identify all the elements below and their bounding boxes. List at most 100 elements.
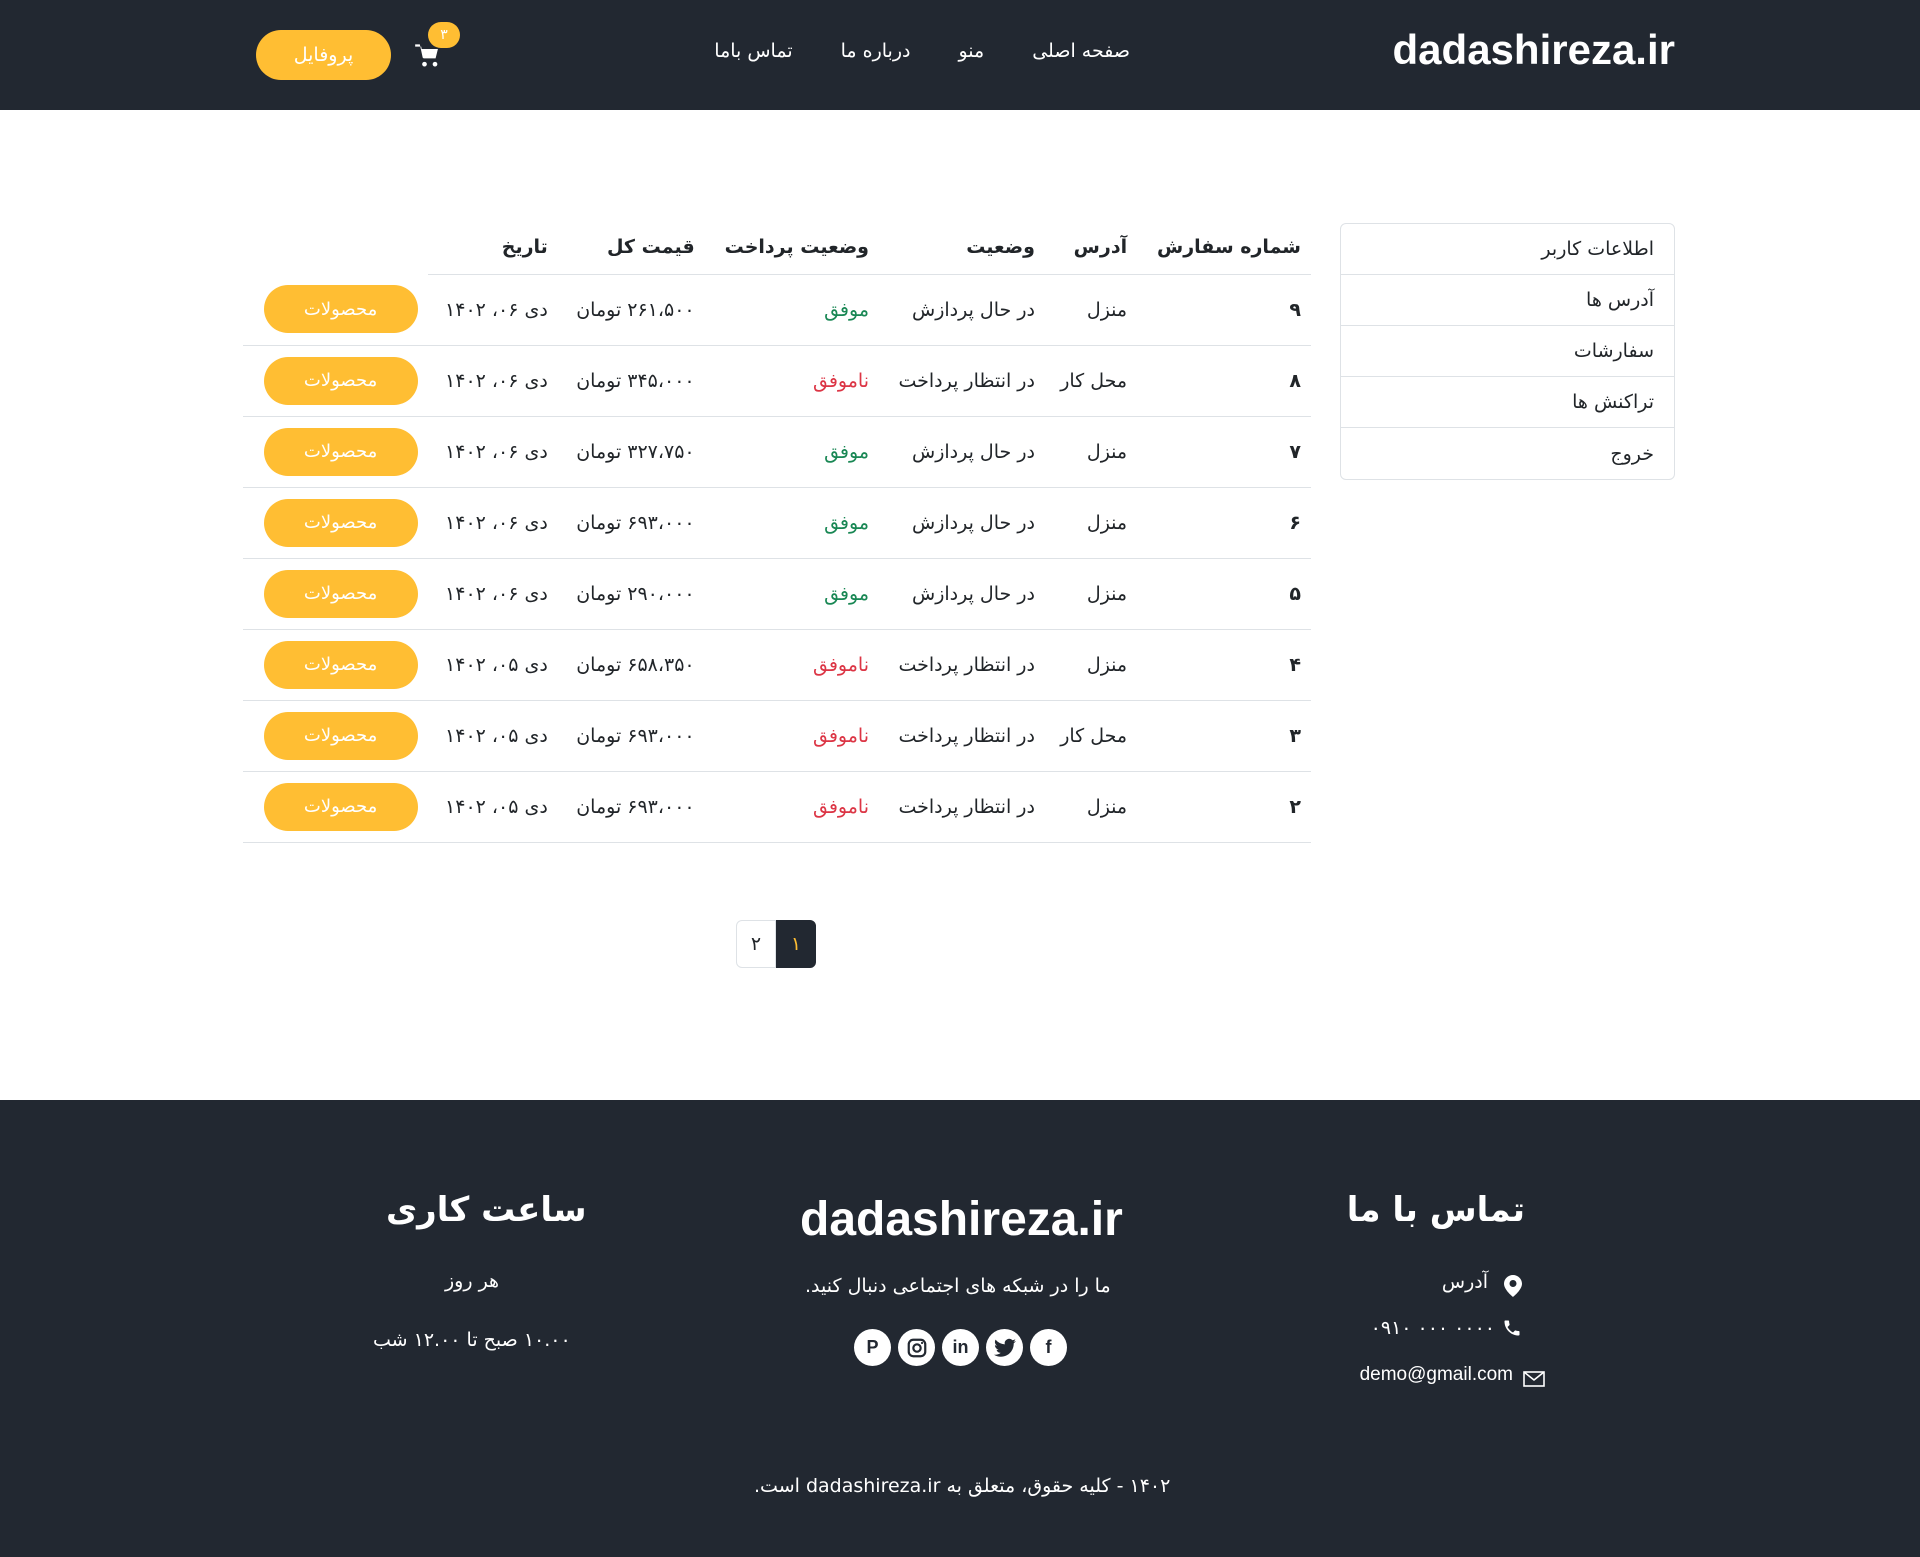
products-button[interactable]: محصولات [263,285,418,334]
status-cell: در حال پردازش [879,274,1045,346]
products-button[interactable]: محصولات [263,711,418,760]
status-cell: در حال پردازش [879,487,1045,559]
table-row: ۴ منزل در انتظار پرداخت ناموفق ۶۵۸،۳۵۰ تومان… [243,629,1311,701]
products-button[interactable]: محصولات [263,356,418,405]
location-icon [1504,1275,1522,1297]
page-2-button[interactable]: ۲ [736,920,776,968]
date-cell: دی ۰۵، ۱۴۰۲ [427,771,558,843]
status-cell: در انتظار پرداخت [879,629,1045,701]
address-cell: محل کار [1044,700,1138,772]
email-icon [1523,1371,1545,1387]
order-number-cell: ۶ [1137,487,1311,559]
account-sidebar: اطلاعات کاربر آدرس ها سفارشات تراکنش ها … [1340,223,1675,480]
linkedin-icon[interactable]: in [942,1329,979,1366]
date-cell: دی ۰۵، ۱۴۰۲ [427,629,558,701]
site-header: dadashireza.ir صفحه اصلی منو درباره ما ت… [0,0,1920,110]
actions-cell: محصولات [243,416,428,488]
payment-status-cell: ناموفق [704,771,879,843]
date-cell: دی ۰۶، ۱۴۰۲ [427,274,558,346]
actions-cell: محصولات [243,771,428,843]
col-date: تاریخ [427,220,558,275]
order-number-cell: ۹ [1137,274,1311,346]
nav-about[interactable]: درباره ما [841,40,911,62]
cart-count-badge: ۳ [428,22,460,48]
total-price-cell: ۲۶۱،۵۰۰ تومان [557,274,705,346]
address-cell: محل کار [1044,345,1138,417]
actions-cell: محصولات [243,274,428,346]
sidebar-item-transactions[interactable]: تراکنش ها [1341,377,1674,428]
hours-days: هر روز [445,1270,500,1292]
nav-menu[interactable]: منو [958,40,984,62]
total-price-cell: ۶۵۸،۳۵۰ تومان [557,629,705,701]
instagram-icon[interactable] [898,1329,935,1366]
profile-button[interactable]: پروفایل [256,30,391,80]
payment-status-cell: ناموفق [704,629,879,701]
products-button[interactable]: محصولات [263,569,418,618]
sidebar-item-addresses[interactable]: آدرس ها [1341,275,1674,326]
status-cell: در حال پردازش [879,558,1045,630]
table-row: ۵ منزل در حال پردازش موفق ۲۹۰،۰۰۰ تومان دی ۰۶… [243,558,1311,630]
address-cell: منزل [1044,771,1138,843]
pagination: ۱ ۲ [736,920,816,968]
sidebar-item-user-info[interactable]: اطلاعات کاربر [1341,224,1674,275]
actions-cell: محصولات [243,487,428,559]
status-cell: در انتظار پرداخت [879,345,1045,417]
products-button[interactable]: محصولات [263,427,418,476]
actions-cell: محصولات [243,700,428,772]
products-button[interactable]: محصولات [263,498,418,547]
sidebar-item-logout[interactable]: خروج [1341,428,1674,479]
table-row: ۲ منزل در انتظار پرداخت ناموفق ۶۹۳،۰۰۰ تومان… [243,771,1311,843]
nav-contact[interactable]: تماس باما [714,40,792,62]
col-actions [243,220,428,274]
products-button[interactable]: محصولات [263,782,418,831]
sidebar-item-orders[interactable]: سفارشات [1341,326,1674,377]
date-cell: دی ۰۶، ۱۴۰۲ [427,487,558,559]
page-1-button[interactable]: ۱ [776,920,816,968]
status-cell: در انتظار پرداخت [879,771,1045,843]
address-cell: منزل [1044,274,1138,346]
contact-email[interactable]: demo@gmail.com [1360,1364,1513,1386]
total-price-cell: ۲۹۰،۰۰۰ تومان [557,558,705,630]
payment-status-cell: ناموفق [704,700,879,772]
order-number-cell: ۷ [1137,416,1311,488]
total-price-cell: ۶۹۳،۰۰۰ تومان [557,700,705,772]
table-row: ۷ منزل در حال پردازش موفق ۳۲۷،۷۵۰ تومان دی ۰۶… [243,416,1311,488]
phone-icon [1504,1320,1520,1336]
hours-title: ساعت کاری [386,1190,587,1230]
footer-logo[interactable]: dadashireza.ir [800,1192,1123,1247]
table-row: ۳ محل کار در انتظار پرداخت ناموفق ۶۹۳،۰۰۰ تو… [243,700,1311,772]
order-number-cell: ۴ [1137,629,1311,701]
col-status: وضعیت [879,220,1045,275]
follow-us-text: ما را در شبکه های اجتماعی دنبال کنید. [805,1275,1111,1297]
status-cell: در انتظار پرداخت [879,700,1045,772]
orders-table: شماره سفارش آدرس وضعیت وضعیت پرداخت قیمت… [243,220,1311,843]
main-nav: صفحه اصلی منو درباره ما تماس باما [666,40,1130,62]
table-header-row: شماره سفارش آدرس وضعیت وضعیت پرداخت قیمت… [243,220,1311,275]
total-price-cell: ۳۲۷،۷۵۰ تومان [557,416,705,488]
site-logo[interactable]: dadashireza.ir [1393,26,1675,74]
total-price-cell: ۶۹۳،۰۰۰ تومان [557,487,705,559]
site-footer: تماس با ما آدرس ۰۹۱۰ ۰۰۰ ۰۰۰۰ demo@gmail… [0,1100,1920,1557]
table-row: ۸ محل کار در انتظار پرداخت ناموفق ۳۴۵،۰۰۰ تو… [243,345,1311,417]
payment-status-cell: ناموفق [704,345,879,417]
contact-address: آدرس [1441,1271,1488,1293]
twitter-icon[interactable] [986,1329,1023,1366]
nav-home[interactable]: صفحه اصلی [1032,40,1130,62]
copyright-text: ۱۴۰۲ - کلیه حقوق، متعلق به dadashireza.i… [754,1475,1171,1497]
col-address: آدرس [1044,220,1138,275]
products-button[interactable]: محصولات [263,640,418,689]
order-number-cell: ۵ [1137,558,1311,630]
order-number-cell: ۳ [1137,700,1311,772]
total-price-cell: ۳۴۵،۰۰۰ تومان [557,345,705,417]
payment-status-cell: موفق [704,274,879,346]
facebook-icon[interactable]: f [1030,1329,1067,1366]
address-cell: منزل [1044,629,1138,701]
col-payment-status: وضعیت پرداخت [704,220,879,275]
address-cell: منزل [1044,558,1138,630]
date-cell: دی ۰۶، ۱۴۰۲ [427,558,558,630]
date-cell: دی ۰۶، ۱۴۰۲ [427,345,558,417]
contact-phone[interactable]: ۰۹۱۰ ۰۰۰ ۰۰۰۰ [1371,1317,1495,1339]
pinterest-icon[interactable]: P [854,1329,891,1366]
table-row: ۶ منزل در حال پردازش موفق ۶۹۳،۰۰۰ تومان دی ۰۶… [243,487,1311,559]
address-cell: منزل [1044,487,1138,559]
